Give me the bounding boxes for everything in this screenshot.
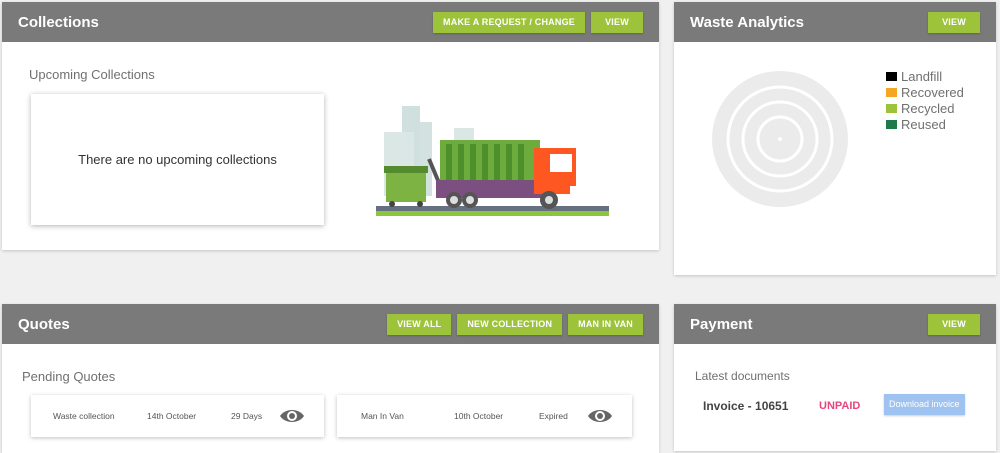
legend-label-recovered: Recovered: [901, 84, 964, 100]
payment-view-button[interactable]: View: [928, 313, 980, 335]
legend-swatch-recovered: [886, 87, 897, 97]
quotes-title: Quotes: [18, 315, 70, 333]
analytics-header: Waste Analytics View: [674, 2, 996, 42]
legend-item-recycled: Recycled: [886, 100, 964, 116]
collections-panel: Collections Make a request / change View…: [2, 2, 659, 250]
man-in-van-button[interactable]: Man in van: [568, 313, 643, 335]
legend-label-landfill: Landfill: [901, 68, 943, 84]
latest-documents-label: Latest documents: [695, 369, 790, 383]
payment-panel: Payment View Latest documents Invoice - …: [674, 304, 996, 451]
view-all-button[interactable]: View all: [387, 313, 452, 335]
legend-item-landfill: Landfill: [886, 68, 964, 84]
new-collection-button[interactable]: New collection: [457, 313, 563, 335]
view-quote-eye-icon[interactable]: [587, 405, 613, 427]
download-invoice-button[interactable]: Download invoice: [884, 394, 965, 415]
analytics-legend: Landfill Recovered Recycled Reused: [886, 68, 964, 132]
legend-label-recycled: Recycled: [901, 100, 955, 116]
invoice-status-badge: UNPAID: [819, 400, 861, 412]
truck-illustration: [376, 106, 609, 216]
empty-donut-chart: [712, 71, 848, 207]
analytics-title: Waste Analytics: [690, 13, 804, 31]
legend-label-reused: Reused: [901, 116, 946, 132]
payment-header: Payment View: [674, 304, 996, 344]
make-request-button[interactable]: Make a request / change: [433, 11, 585, 33]
view-quote-eye-icon[interactable]: [279, 405, 305, 427]
empty-collections-message: There are no upcoming collections: [78, 152, 277, 167]
payment-title: Payment: [690, 315, 753, 333]
quote-service: Man In Van: [361, 411, 404, 421]
invoice-number: Invoice - 10651: [703, 399, 789, 413]
analytics-view-button[interactable]: View: [928, 11, 980, 33]
quote-date: 14th October: [147, 411, 197, 421]
legend-item-reused: Reused: [886, 116, 964, 132]
collections-title: Collections: [18, 13, 99, 31]
quote-card[interactable]: Man In Van 10th October Expired: [337, 395, 632, 437]
quote-card[interactable]: Waste collection 14th October 29 Days: [31, 395, 324, 437]
legend-swatch-recycled: [886, 103, 897, 113]
quotes-header: Quotes View all New collection Man in va…: [2, 304, 659, 344]
legend-item-recovered: Recovered: [886, 84, 964, 100]
quote-service: Waste collection: [53, 411, 115, 421]
quotes-panel: Quotes View all New collection Man in va…: [2, 304, 659, 453]
quote-status: 29 Days: [231, 411, 263, 421]
pending-quotes-label: Pending Quotes: [22, 369, 116, 384]
waste-analytics-panel: Waste Analytics View Landfill Recovered …: [674, 2, 996, 275]
upcoming-collections-label: Upcoming Collections: [29, 67, 155, 82]
upcoming-collections-card: There are no upcoming collections: [31, 94, 324, 225]
collections-header: Collections Make a request / change View: [2, 2, 659, 42]
legend-swatch-landfill: [886, 71, 897, 81]
collections-view-button[interactable]: View: [591, 11, 643, 33]
quote-status: Expired: [539, 411, 568, 421]
legend-swatch-reused: [886, 119, 897, 129]
quote-date: 10th October: [454, 411, 504, 421]
